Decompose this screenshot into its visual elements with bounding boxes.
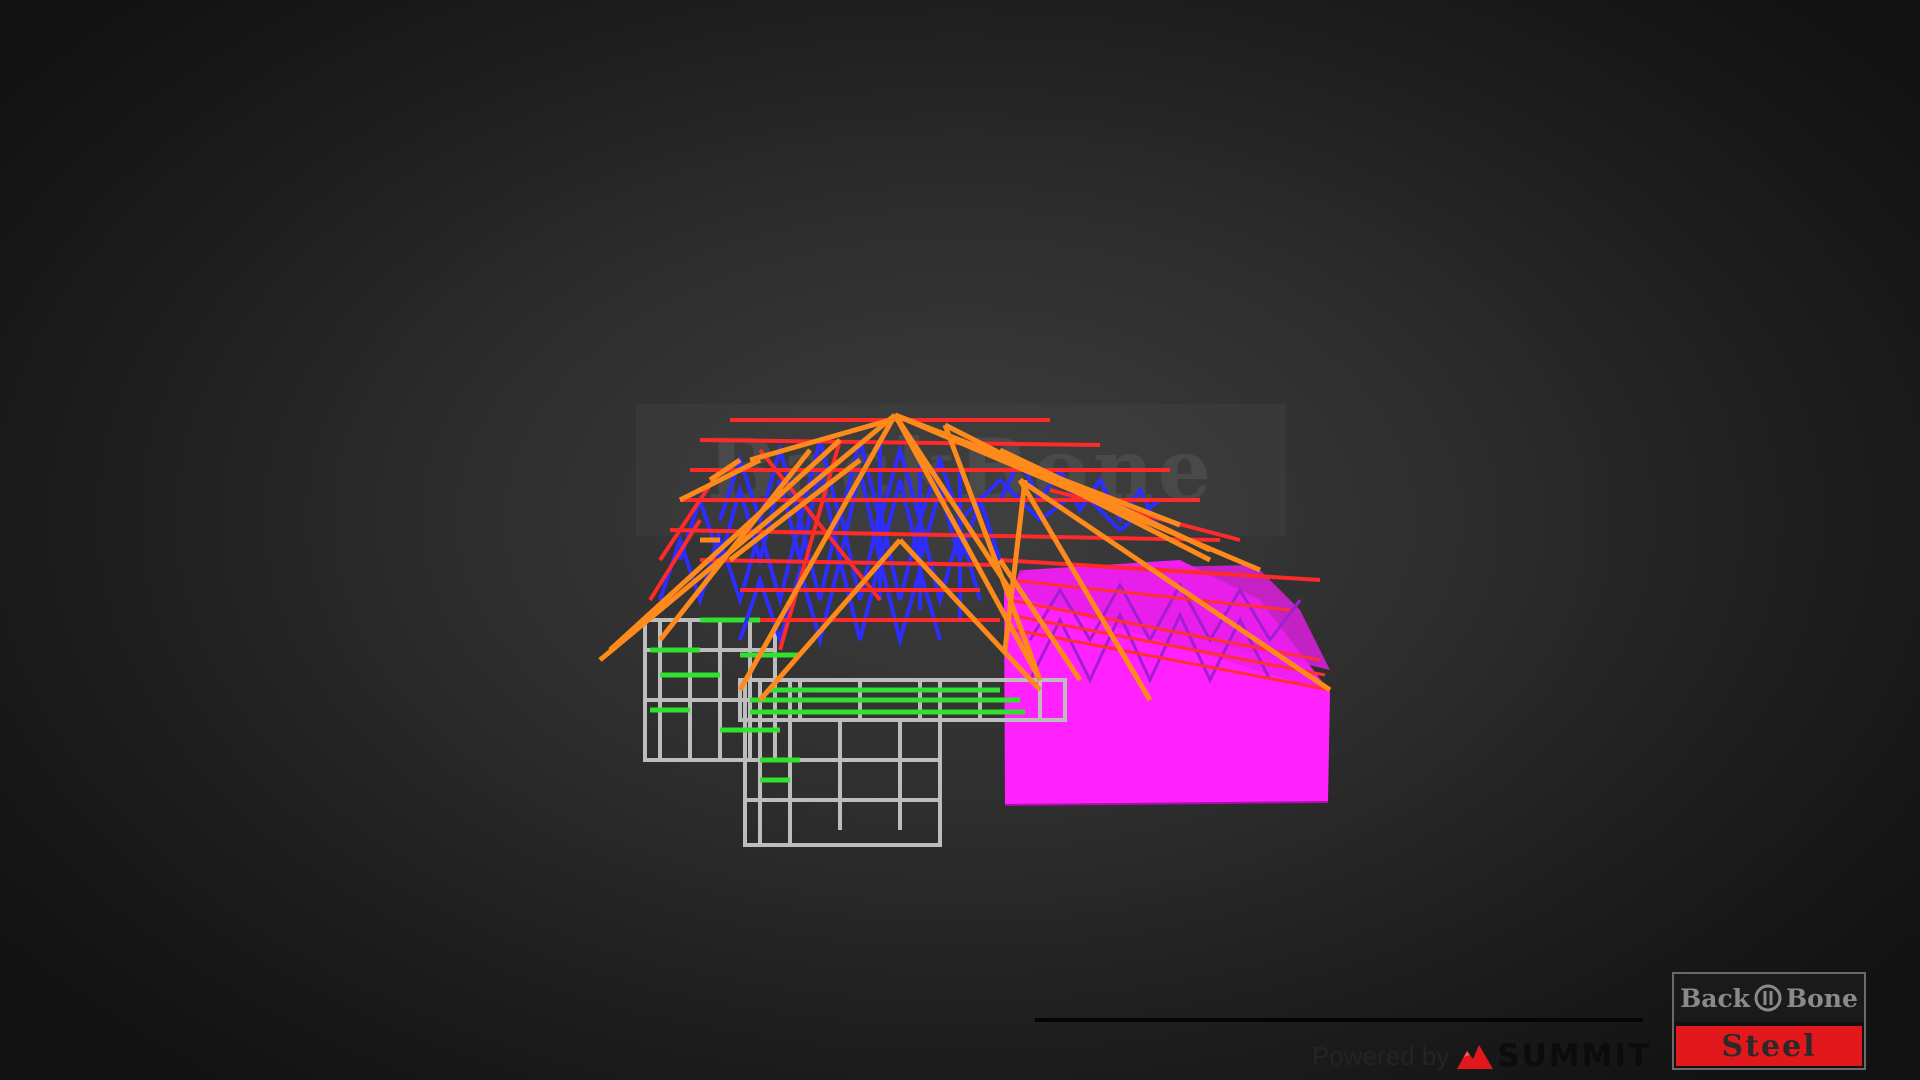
summit-mountain-icon (1457, 1045, 1494, 1069)
backbone-spine-icon (1754, 984, 1782, 1012)
powered-by-label: Powered by (1312, 1040, 1450, 1071)
summit-brand-name: SUMMIT (1497, 1038, 1652, 1074)
logo-bottom-band: Steel (1676, 1026, 1862, 1066)
powered-by-summit[interactable]: Powered by SUMMIT (1312, 1036, 1651, 1076)
logo-word-steel: Steel (1721, 1028, 1817, 1064)
model-viewer[interactable]: Back Bone (0, 0, 1920, 1080)
logo-word-back: Back (1680, 983, 1750, 1013)
load-progress-bar (1035, 1018, 1643, 1022)
logo-word-bone: Bone (1785, 983, 1858, 1013)
backbone-steel-logo[interactable]: Back Bone Steel (1672, 972, 1866, 1070)
wall-framing (643, 618, 1067, 847)
logo-top-band: Back Bone (1674, 974, 1864, 1022)
3d-model-canvas[interactable] (0, 0, 1920, 1080)
